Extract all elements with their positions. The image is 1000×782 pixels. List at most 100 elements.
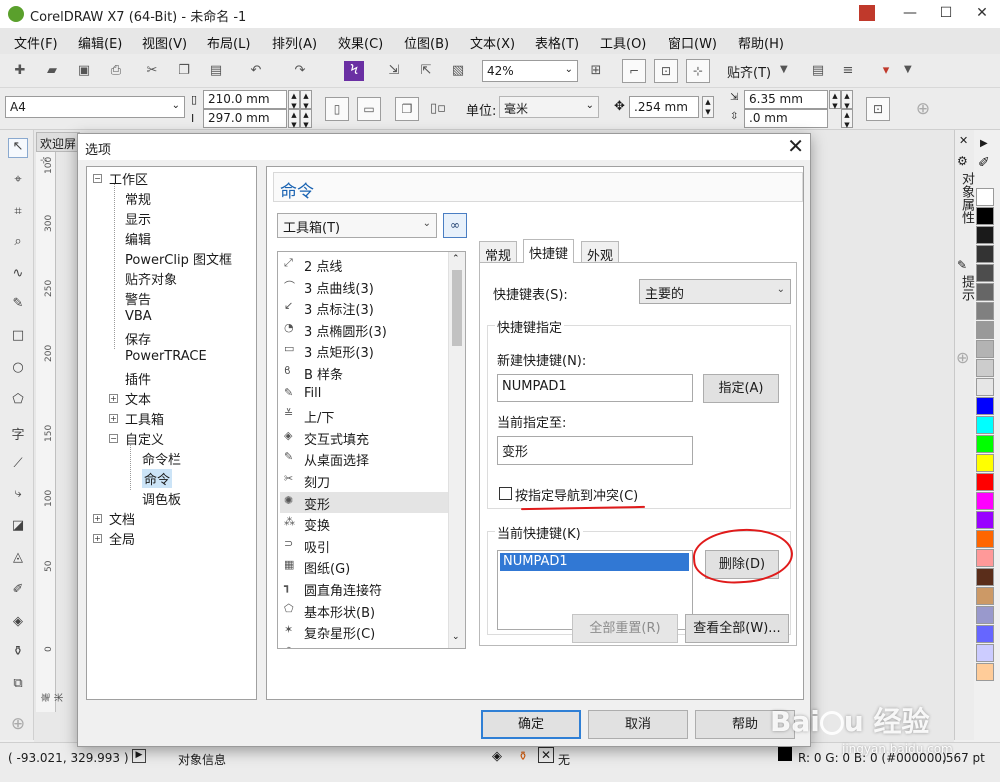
command-list-item[interactable]: ✎ 从桌面选择 bbox=[280, 448, 448, 469]
crop-tool-icon[interactable]: ⌗ bbox=[8, 204, 28, 224]
tree-item-edit[interactable]: 编辑 bbox=[125, 229, 151, 248]
interactive-fill-icon[interactable]: ◈ bbox=[8, 614, 28, 634]
menu-help[interactable]: 帮助(H) bbox=[738, 33, 784, 52]
tree-item-palettes[interactable]: 调色板 bbox=[142, 489, 181, 508]
command-list-item[interactable]: ⊃ 吸引 bbox=[280, 535, 448, 556]
add-icon[interactable]: ⊕ bbox=[913, 99, 933, 119]
nav-conflict-checkbox[interactable] bbox=[499, 487, 512, 500]
collapse-icon[interactable]: − bbox=[109, 434, 118, 443]
palette-swatch[interactable] bbox=[976, 587, 994, 605]
command-list-item[interactable]: ✎ Fill bbox=[280, 384, 448, 405]
tab-shortcuts[interactable]: 快捷键 bbox=[523, 239, 575, 263]
palette-swatch[interactable] bbox=[976, 473, 994, 491]
palette-swatch[interactable] bbox=[976, 511, 994, 529]
palette-swatch[interactable] bbox=[976, 226, 994, 244]
add-docker-icon[interactable]: ⊕ bbox=[956, 348, 969, 367]
palette-swatch[interactable] bbox=[976, 188, 994, 206]
nav-conflict-label[interactable]: 按指定导航到冲突(C) bbox=[515, 485, 638, 504]
all-pages-icon[interactable]: ❐ bbox=[395, 97, 419, 121]
menu-bitmaps[interactable]: 位图(B) bbox=[404, 33, 449, 52]
current-shortcut-item[interactable]: NUMPAD1 bbox=[500, 553, 689, 571]
palette-swatch[interactable] bbox=[976, 492, 994, 510]
tree-item-snap[interactable]: 贴齐对象 bbox=[125, 269, 177, 288]
new-document-icon[interactable]: ✚ bbox=[10, 61, 30, 81]
page-size-combo[interactable]: A4 ⌄ bbox=[5, 96, 185, 118]
menu-layout[interactable]: 布局(L) bbox=[207, 33, 250, 52]
close-docker-icon[interactable]: ✕ bbox=[959, 134, 968, 147]
menu-arrange[interactable]: 排列(A) bbox=[272, 33, 317, 52]
palette-swatch[interactable] bbox=[976, 283, 994, 301]
portrait-icon[interactable]: ▯ bbox=[325, 97, 349, 121]
page-height-spinner-2[interactable]: ▲ ▼ bbox=[300, 109, 312, 129]
options-icon[interactable]: ▾ bbox=[876, 61, 896, 81]
shortcut-table-combo[interactable]: 主要的 ⌄ bbox=[639, 279, 791, 304]
user-avatar-icon[interactable] bbox=[850, 0, 884, 28]
command-list-item[interactable]: ϐ B 样条 bbox=[280, 362, 448, 383]
eyedropper-icon[interactable]: ✐ bbox=[8, 582, 28, 602]
palette-swatch[interactable] bbox=[976, 663, 994, 681]
scroll-down-icon[interactable]: ⌄ bbox=[452, 632, 460, 642]
duplicate-y-spinner-2[interactable]: ▲ ▼ bbox=[841, 109, 853, 129]
outline-icon[interactable]: ⧉ bbox=[8, 676, 28, 696]
close-window-button[interactable]: ✕ bbox=[965, 0, 999, 28]
connector-tool-icon[interactable]: ⤷ bbox=[8, 486, 28, 506]
page-height-spinner[interactable]: ▲ ▼ bbox=[288, 109, 300, 129]
tree-item-document[interactable]: 文档 bbox=[109, 509, 135, 528]
export-icon[interactable]: ⇱ bbox=[416, 61, 436, 81]
scrollbar-thumb[interactable] bbox=[452, 270, 462, 346]
command-list-item[interactable]: ◈ 交互式填充 bbox=[280, 427, 448, 448]
open-icon[interactable]: ▰ bbox=[42, 61, 62, 81]
page-width-field[interactable]: 210.0 mm bbox=[203, 90, 287, 109]
command-list-item[interactable]: ✂ 刻刀 bbox=[280, 470, 448, 491]
print-icon[interactable]: ⎙ bbox=[106, 61, 126, 81]
drop-shadow-icon[interactable]: ◪ bbox=[8, 518, 28, 538]
document-tab-welcome[interactable]: 欢迎屏 bbox=[36, 132, 80, 152]
expand-icon[interactable]: + bbox=[109, 414, 118, 423]
polygon-tool-icon[interactable]: ⬠ bbox=[8, 392, 28, 412]
palette-swatch[interactable] bbox=[976, 606, 994, 624]
command-list-item[interactable]: ↙ 3 点标注(3) bbox=[280, 297, 448, 318]
pick-tool-icon[interactable]: ↖ bbox=[8, 138, 28, 158]
text-tool-icon[interactable]: 字 bbox=[8, 424, 28, 444]
cut-icon[interactable]: ✂ bbox=[142, 61, 162, 81]
tree-item-toolbox[interactable]: 工具箱 bbox=[125, 409, 164, 428]
palette-swatch[interactable] bbox=[976, 207, 994, 225]
eyedropper-palette-icon[interactable]: ✐ bbox=[978, 155, 990, 171]
command-list-item[interactable]: ✺ 变形 bbox=[280, 491, 448, 513]
search-content-icon[interactable]: Ϟ bbox=[344, 61, 364, 81]
duplicate-x-field[interactable]: 6.35 mm bbox=[744, 90, 828, 109]
assign-button[interactable]: 指定(A) bbox=[703, 374, 779, 403]
command-list-item[interactable]: ⬠ 基本形状(B) bbox=[280, 600, 448, 621]
reset-all-button[interactable]: 全部重置(R) bbox=[572, 614, 678, 643]
command-list-item[interactable]: ⤢ 2 点线 bbox=[280, 254, 448, 275]
menu-window[interactable]: 窗口(W) bbox=[668, 33, 717, 52]
palette-swatch[interactable] bbox=[976, 625, 994, 643]
palette-swatch[interactable] bbox=[976, 549, 994, 567]
tree-item-save[interactable]: 保存 bbox=[125, 329, 151, 348]
maximize-button[interactable]: ☐ bbox=[929, 0, 963, 28]
palette-swatch[interactable] bbox=[976, 245, 994, 263]
command-list-item[interactable]: ⁂ 变换 bbox=[280, 513, 448, 534]
tab-general[interactable]: 常规 bbox=[479, 241, 518, 264]
palette-swatch[interactable] bbox=[976, 530, 994, 548]
welcome-screen-icon[interactable]: ▤ bbox=[808, 61, 828, 81]
tree-item-general[interactable]: 常规 bbox=[125, 189, 151, 208]
unit-combo[interactable]: 毫米 ⌄ bbox=[499, 96, 599, 118]
palette-swatch[interactable] bbox=[976, 644, 994, 662]
page-width-spinner[interactable]: ▲ ▼ bbox=[288, 90, 300, 110]
tree-item-commandbars[interactable]: 命令栏 bbox=[142, 449, 181, 468]
tab-appearance[interactable]: 外观 bbox=[581, 241, 620, 264]
add-tool-icon[interactable]: ⊕ bbox=[8, 714, 28, 734]
command-list-item[interactable]: ✶ 复杂星形(C) bbox=[280, 621, 448, 642]
command-list-item[interactable]: ⬡多边形(Y) bbox=[280, 643, 448, 648]
duplicate-x-spinner-2[interactable]: ▲ ▼ bbox=[841, 90, 853, 110]
tree-item-powerclip[interactable]: PowerClip 图文框 bbox=[125, 249, 232, 268]
shape-tool-icon[interactable]: ⌖ bbox=[8, 172, 28, 192]
landscape-icon[interactable]: ▭ bbox=[357, 97, 381, 121]
menu-tools[interactable]: 工具(O) bbox=[600, 33, 646, 52]
palette-swatch[interactable] bbox=[976, 264, 994, 282]
smart-fill-icon[interactable]: ⚱ bbox=[8, 644, 28, 664]
palette-swatch[interactable] bbox=[976, 378, 994, 396]
view-all-button[interactable]: 查看全部(W)... bbox=[685, 614, 789, 643]
publish-pdf-icon[interactable]: ▧ bbox=[448, 61, 468, 81]
